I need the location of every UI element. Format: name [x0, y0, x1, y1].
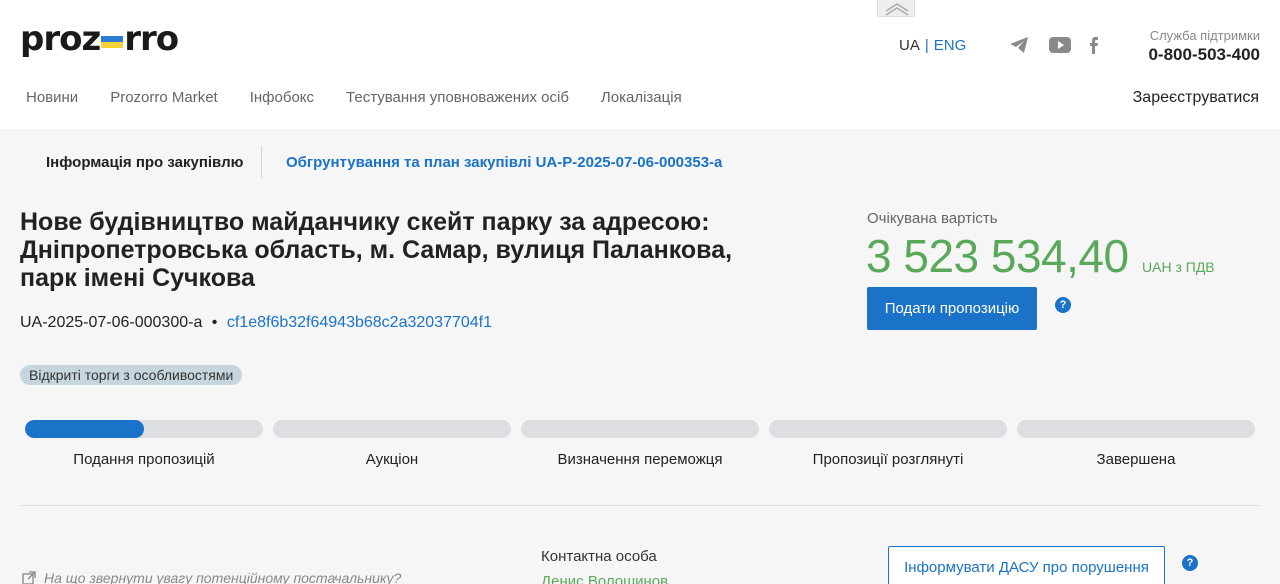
- prozorro-logo[interactable]: proz rro: [20, 19, 179, 59]
- stage-progress-bar: [521, 420, 759, 438]
- language-switcher: UA | ENG: [899, 37, 966, 54]
- supplier-note-link[interactable]: На що звернути увагу потенційному постач…: [22, 570, 401, 584]
- inform-dasu-button[interactable]: Інформувати ДАСУ про порушення: [888, 546, 1165, 584]
- tender-title: Нове будівництво майданчику скейт парку …: [20, 208, 733, 292]
- stage-progress-bar: [769, 420, 1007, 438]
- telegram-icon[interactable]: [1009, 36, 1029, 54]
- flag-icon: [101, 36, 124, 48]
- facebook-icon[interactable]: [1087, 36, 1101, 54]
- chevron-up-icon: [885, 3, 909, 16]
- nav-item-infobox[interactable]: Інфобокс: [250, 89, 314, 106]
- expected-value-label: Очікувана вартість: [867, 210, 998, 227]
- nav-item-market[interactable]: Prozorro Market: [110, 89, 218, 106]
- stage-label: Завершена: [1096, 451, 1176, 468]
- supplier-note-text: На що звернути увагу потенційному постач…: [44, 570, 402, 584]
- register-link[interactable]: Зареєструватися: [1133, 89, 1259, 107]
- tab-procurement-info[interactable]: Інформація про закупівлю: [46, 154, 243, 171]
- submit-bid-button[interactable]: Подати пропозицію: [867, 287, 1037, 330]
- expected-value-amount: 3 523 534,40: [866, 230, 1129, 282]
- support-label: Служба підтримки: [1149, 28, 1260, 43]
- tab-divider: [261, 146, 262, 178]
- nav-item-news[interactable]: Новини: [26, 89, 78, 106]
- youtube-icon[interactable]: [1049, 36, 1071, 54]
- tender-id: UA-2025-07-06-000300-a: [20, 314, 203, 331]
- stage-progress-bar: [273, 420, 511, 438]
- stage-label: Пропозиції розглянуті: [812, 451, 964, 468]
- lang-separator: |: [924, 37, 929, 54]
- site-header: proz rro UA | ENG Служба підтримки 0-800-5…: [0, 0, 1280, 129]
- procedure-type-badge: Відкриті торги з особливостями: [20, 365, 243, 385]
- stage-progress-fill: [25, 420, 144, 438]
- help-icon[interactable]: ?: [1055, 297, 1071, 313]
- tender-hash-link[interactable]: cf1e8f6b32f64943b68c2a32037704f1: [227, 314, 492, 331]
- tender-ids: UA-2025-07-06-000300-a • cf1e8f6b32f6494…: [20, 314, 492, 332]
- expected-value-unit: UAH з ПДВ: [1142, 259, 1215, 275]
- collapse-tab[interactable]: [877, 0, 915, 17]
- stage-progress-bar: [25, 420, 263, 438]
- stage-label: Визначення переможця: [557, 451, 723, 468]
- tender-tabs: Інформація про закупівлю Обгрунтування т…: [0, 146, 1280, 180]
- support-block: Служба підтримки 0-800-503-400: [1148, 28, 1260, 65]
- external-link-icon: [22, 571, 36, 584]
- main-nav: Новини Prozorro Market Інфобокс Тестуван…: [26, 89, 682, 106]
- lang-eng[interactable]: ENG: [934, 37, 967, 54]
- id-bullet: •: [211, 314, 218, 331]
- stage-progress-bar: [1017, 420, 1255, 438]
- logo-text-left: proz: [20, 19, 101, 59]
- nav-item-testing[interactable]: Тестування уповноважених осіб: [346, 89, 569, 106]
- dasu-help-icon[interactable]: ?: [1182, 555, 1198, 571]
- stage-label: Подання пропозицій: [73, 451, 215, 468]
- support-phone[interactable]: 0-800-503-400: [1148, 45, 1260, 65]
- contact-person-label: Контактна особа: [541, 548, 657, 565]
- lang-ua[interactable]: UA: [899, 37, 920, 54]
- contact-person-name[interactable]: Денис Волошинов: [541, 573, 668, 584]
- section-divider: [20, 505, 1260, 506]
- nav-item-localization[interactable]: Локалізація: [601, 89, 682, 106]
- tab-procurement-plan[interactable]: Обгрунтування та план закупівлі UA-P-202…: [286, 154, 722, 171]
- logo-text-right: rro: [124, 19, 179, 59]
- stage-label: Аукціон: [365, 451, 419, 468]
